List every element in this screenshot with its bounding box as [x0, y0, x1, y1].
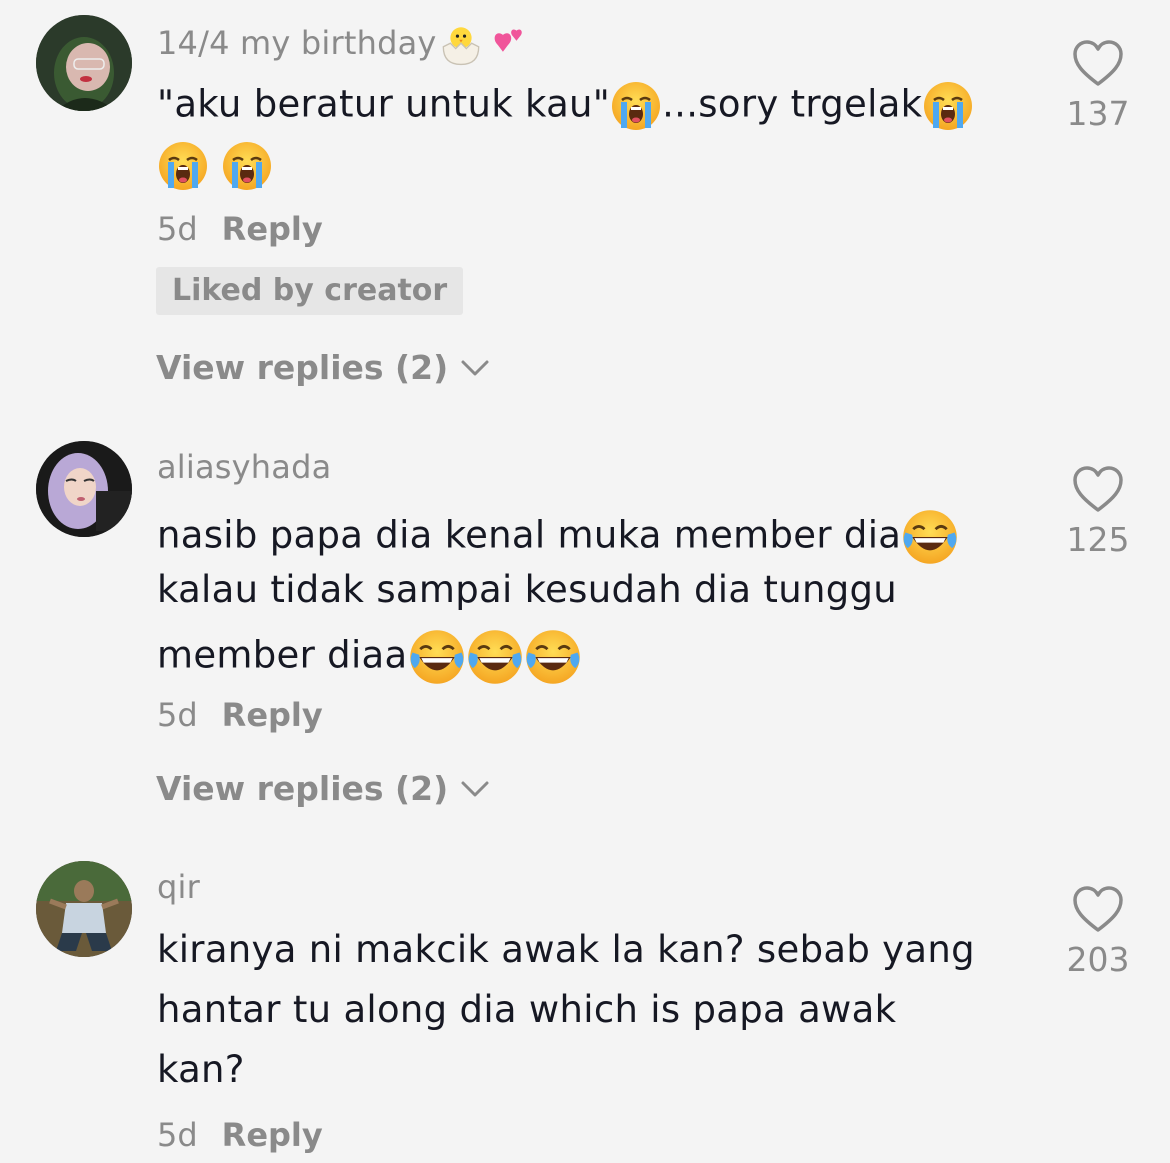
comment-item: qir kiranya ni makcik awak la kan? sebab… — [0, 840, 1170, 1163]
comment-text-line: hantar tu along dia which is papa awak — [157, 988, 897, 1031]
liked-by-creator-badge: Liked by creator — [156, 267, 464, 315]
loudly-crying-emoji — [922, 80, 974, 132]
chevron-down-icon — [461, 781, 489, 796]
like-button[interactable]: 203 — [1055, 884, 1141, 979]
comment-text-line: nasib papa dia kenal muka member dia — [157, 508, 959, 566]
comment-time: 5d — [157, 696, 198, 734]
reply-button[interactable]: Reply — [222, 1116, 323, 1154]
loudly-crying-emoji — [610, 80, 662, 132]
like-button[interactable]: 125 — [1055, 464, 1141, 559]
heart-outline-icon[interactable] — [1072, 884, 1124, 934]
username[interactable]: qir — [157, 868, 200, 906]
reply-button[interactable]: Reply — [222, 696, 323, 734]
avatar[interactable] — [36, 441, 132, 537]
comment-text-line: "aku beratur untuk kau" ...sory trgelak — [157, 80, 974, 132]
comment-text-line: kiranya ni makcik awak la kan? sebab yan… — [157, 928, 975, 971]
comment-text-line: kan? — [157, 1048, 245, 1091]
comment-item: aliasyhada nasib papa dia kenal muka mem… — [0, 420, 1170, 840]
view-replies-button[interactable]: View replies (2) — [156, 348, 490, 387]
comment-time: 5d — [157, 210, 198, 248]
tears-of-joy-emoji — [466, 628, 524, 686]
reply-button[interactable]: Reply — [222, 210, 323, 248]
tears-of-joy-emoji — [408, 628, 466, 686]
loudly-crying-emoji — [221, 140, 273, 192]
avatar[interactable] — [36, 15, 132, 111]
hatching-chick-emoji — [437, 22, 485, 68]
like-button[interactable]: 137 — [1055, 38, 1141, 133]
avatar[interactable] — [36, 861, 132, 957]
heart-outline-icon[interactable] — [1072, 464, 1124, 514]
like-count: 125 — [1066, 520, 1130, 559]
tears-of-joy-emoji — [524, 628, 582, 686]
heart-outline-icon[interactable] — [1072, 38, 1124, 88]
chevron-down-icon — [461, 360, 489, 375]
like-count: 137 — [1066, 94, 1130, 133]
comments-list: 14/4 my birthday "aku beratur untuk kau"… — [0, 0, 1170, 1163]
comment-text-line — [157, 140, 273, 192]
like-count: 203 — [1066, 940, 1130, 979]
tears-of-joy-emoji — [901, 508, 959, 566]
two-hearts-emoji — [485, 23, 531, 67]
comment-text-line: kalau tidak sampai kesudah dia tunggu — [157, 568, 898, 611]
comment-text-line: member diaa — [157, 628, 582, 686]
comment-meta: 5d Reply — [157, 1116, 323, 1154]
comment-item: 14/4 my birthday "aku beratur untuk kau"… — [0, 0, 1170, 420]
comment-time: 5d — [157, 1116, 198, 1154]
loudly-crying-emoji — [157, 140, 209, 192]
username[interactable]: 14/4 my birthday — [157, 22, 531, 68]
comment-meta: 5d Reply — [157, 210, 323, 248]
username[interactable]: aliasyhada — [157, 448, 331, 486]
view-replies-button[interactable]: View replies (2) — [156, 769, 490, 808]
comment-meta: 5d Reply — [157, 696, 323, 734]
